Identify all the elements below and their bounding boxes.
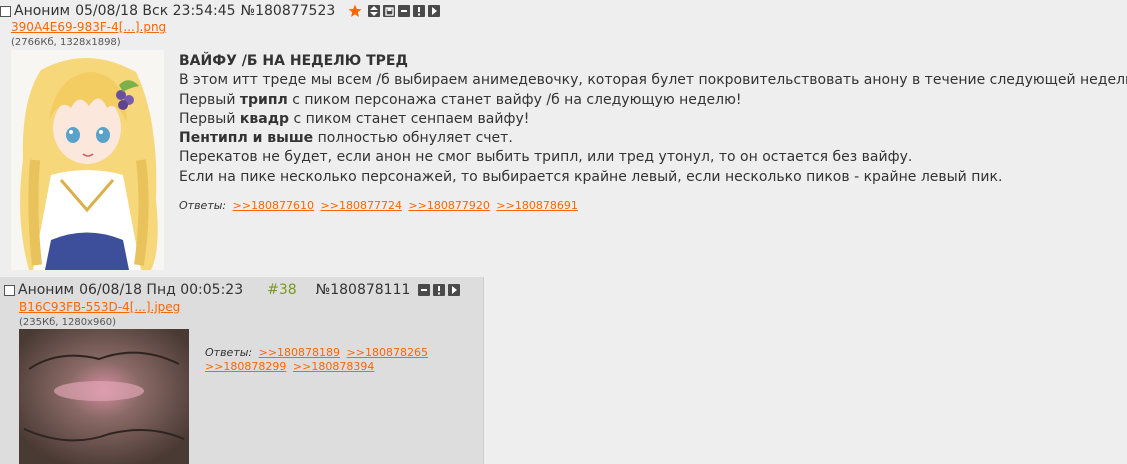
op-line-3-after: с пиком станет сенпаем вайфу! <box>289 110 530 127</box>
reply-thumbnail-image[interactable] <box>19 329 189 464</box>
reply-reply-link[interactable]: >>180878299 <box>205 360 286 373</box>
op-line-4-bold: Пентипл и выше <box>179 130 314 147</box>
expand-icon[interactable] <box>368 5 381 17</box>
op-line-2: Первый трипл с пиком персонажа станет ва… <box>179 91 1124 110</box>
op-post-body: ВАЙФУ /Б НА НЕДЕЛЮ ТРЕД В этом итт треде… <box>179 52 1127 187</box>
op-title: ВАЙФУ /Б НА НЕДЕЛЮ ТРЕД <box>179 53 408 69</box>
op-line-3-before: Первый <box>179 110 240 127</box>
op-reply-link[interactable]: >>180878691 <box>496 199 577 212</box>
reply-author: Аноним <box>18 282 75 298</box>
reply-file-link[interactable]: B16C93FB-553D-4[...].jpeg <box>19 300 180 314</box>
reply-post: Аноним 06/08/18 Пнд 00:05:23 #38 №180878… <box>0 277 484 464</box>
reply-reply-link[interactable]: >>180878394 <box>293 360 374 373</box>
op-thumbnail-image[interactable] <box>11 50 164 270</box>
report-icon[interactable] <box>413 5 426 17</box>
play-icon[interactable] <box>428 5 441 17</box>
op-line-4-after: полностью обнуляет счет. <box>313 130 513 147</box>
op-line-4: Пентипл и выше полностью обнуляет счет. <box>179 129 1124 148</box>
op-line-3: Первый квадр с пиком станет сенпаем вайф… <box>179 110 1124 129</box>
play-icon[interactable] <box>448 284 461 296</box>
op-file-link[interactable]: 390A4E69-983F-4[...].png <box>11 20 166 34</box>
reply-select-checkbox[interactable] <box>4 284 15 296</box>
op-file-meta: (2766Кб, 1328x1898) <box>11 37 121 48</box>
op-line-3-bold: квадр <box>239 110 290 127</box>
star-icon[interactable] <box>348 4 362 18</box>
reply-post-index: #38 <box>267 282 297 298</box>
report-icon[interactable] <box>433 284 446 296</box>
op-select-checkbox[interactable] <box>0 5 11 17</box>
reply-date: 06/08/18 Пнд 00:05:23 <box>79 282 244 298</box>
op-author: Аноним <box>14 3 71 19</box>
reply-replies: Ответы: >>180878189 >>180878265 >>180878… <box>205 346 475 374</box>
hide-icon[interactable] <box>418 284 431 296</box>
op-reply-link[interactable]: >>180877610 <box>233 199 314 212</box>
op-replies-label: Ответы: <box>179 199 227 212</box>
op-line-5: Перекатов не будет, если анон не смог вы… <box>179 149 913 166</box>
op-line-6: Если на пике несколько персонажей, то вы… <box>179 168 1003 185</box>
op-line-2-before: Первый <box>179 91 240 108</box>
save-icon[interactable] <box>383 5 396 17</box>
op-line-1: В этом итт треде мы всем /б выбираем ани… <box>179 72 1127 89</box>
reply-reply-link[interactable]: >>180878265 <box>347 346 428 359</box>
op-post-number[interactable]: №180877523 <box>241 3 336 19</box>
reply-reply-link[interactable]: >>180878189 <box>259 346 340 359</box>
hide-icon[interactable] <box>398 5 411 17</box>
reply-post-number[interactable]: №180878111 <box>316 282 411 298</box>
reply-post-header: Аноним 06/08/18 Пнд 00:05:23 #38 №180878… <box>4 280 461 300</box>
reply-file-meta: (235Кб, 1280x960) <box>19 317 116 328</box>
op-line-2-after: с пиком персонажа станет вайфу /б на сле… <box>287 91 742 108</box>
op-post-header: Аноним 05/08/18 Вск 23:54:45 №180877523 <box>0 1 441 21</box>
op-reply-link[interactable]: >>180877724 <box>321 199 402 212</box>
op-replies: Ответы: >>180877610 >>180877724 >>180877… <box>179 199 578 213</box>
op-line-2-bold: трипл <box>239 91 288 108</box>
op-reply-link[interactable]: >>180877920 <box>408 199 489 212</box>
reply-replies-label: Ответы: <box>205 346 253 359</box>
op-date: 05/08/18 Вск 23:54:45 <box>75 3 236 19</box>
